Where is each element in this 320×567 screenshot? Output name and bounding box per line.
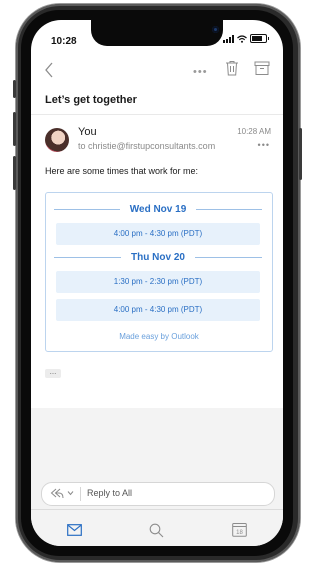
day-divider-line (196, 208, 262, 210)
status-time: 10:28 (51, 36, 77, 47)
day-divider-line (54, 208, 120, 210)
email-subject: Let’s get together (45, 94, 137, 106)
sender-name: You (78, 126, 97, 138)
search-tab-icon[interactable] (149, 523, 164, 538)
calendar-day-number: 18 (236, 530, 243, 536)
reply-bar[interactable]: Reply to All (41, 482, 275, 506)
battery-icon (250, 34, 269, 43)
cellular-signal-icon (223, 34, 234, 43)
time-slot[interactable]: 1:30 pm - 2:30 pm (PDT) (56, 271, 260, 293)
time-slot[interactable]: 4:00 pm - 4:30 pm (PDT) (56, 299, 260, 321)
avatar[interactable] (45, 128, 69, 152)
day-label: Thu Nov 20 (131, 251, 185, 263)
calendar-tab-icon[interactable]: 18 (232, 522, 247, 537)
show-quoted-text-button[interactable]: ... (45, 368, 61, 378)
back-chevron-icon[interactable] (43, 62, 55, 78)
day-heading: Thu Nov 20 (54, 250, 262, 264)
power-button (299, 128, 302, 180)
day-label: Wed Nov 19 (129, 203, 187, 215)
mute-switch (13, 80, 16, 98)
more-actions-icon[interactable]: ••• (193, 66, 208, 78)
day-divider-line (54, 256, 122, 258)
archive-icon[interactable] (254, 60, 270, 76)
volume-up-button (13, 112, 16, 146)
recipient-line: to christie@firstupconsultants.com (78, 141, 216, 151)
day-divider-line (194, 256, 262, 258)
message-toolbar: ••• (31, 56, 283, 84)
trash-icon[interactable] (225, 60, 239, 76)
card-footer-link[interactable]: Made easy by Outlook (46, 332, 272, 341)
volume-down-button (13, 156, 16, 190)
front-camera (212, 26, 219, 33)
reply-all-icon[interactable] (50, 487, 64, 500)
status-icons (223, 34, 269, 43)
day-heading: Wed Nov 19 (54, 202, 262, 216)
availability-card: Wed Nov 19 4:00 pm - 4:30 pm (PDT) Thu N… (45, 192, 273, 352)
email-timestamp: 10:28 AM (237, 127, 271, 136)
reply-label[interactable]: Reply to All (87, 488, 132, 498)
reply-separator (80, 487, 81, 501)
divider (31, 114, 283, 115)
wifi-icon (237, 34, 247, 43)
mail-tab-icon[interactable] (67, 524, 82, 536)
chevron-down-icon[interactable] (67, 490, 74, 496)
phone-screen: 10:28 ••• Let’s get together You to chri… (31, 20, 283, 546)
message-more-icon[interactable]: ••• (258, 140, 270, 150)
tab-bar-divider (31, 509, 283, 510)
email-body-text: Here are some times that work for me: (45, 166, 199, 176)
time-slot[interactable]: 4:00 pm - 4:30 pm (PDT) (56, 223, 260, 245)
notch (91, 20, 223, 46)
